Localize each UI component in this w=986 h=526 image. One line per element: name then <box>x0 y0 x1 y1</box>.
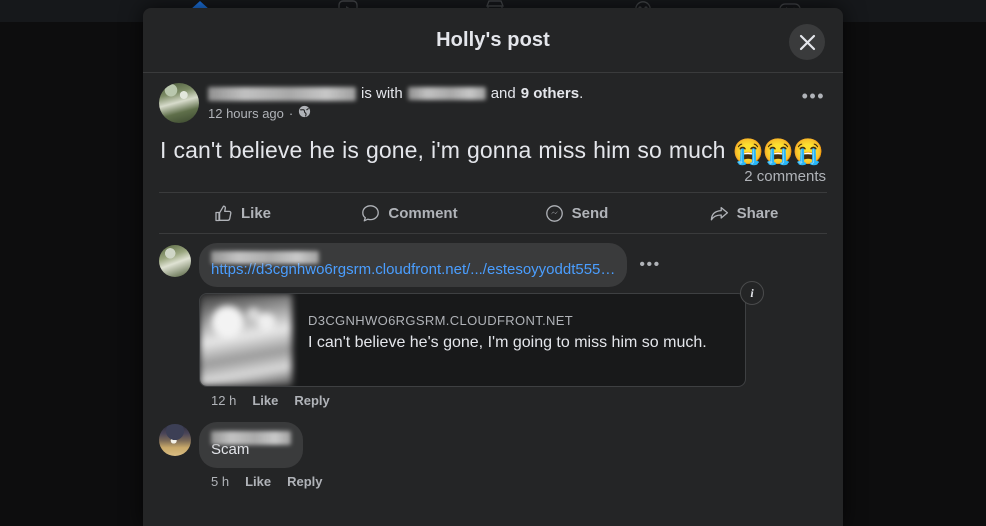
comment-item: Scam 5 h Like Reply <box>159 422 827 489</box>
avatar[interactable] <box>159 245 191 277</box>
is-with-label: is with <box>361 85 403 102</box>
comments-count[interactable]: 2 comments <box>159 167 827 185</box>
globe-icon <box>298 105 311 121</box>
comment-meta: 12 h Like Reply <box>199 387 746 408</box>
post-action-bar: Like Comment Send Share <box>159 192 827 234</box>
post-emojis: 😭😭😭 <box>732 138 824 166</box>
avatar[interactable] <box>159 424 191 456</box>
post-modal: Holly's post is with and 9 others. 12 ho… <box>143 8 843 526</box>
thumbs-up-icon <box>214 204 233 223</box>
post-text: I can't believe he is gone, i'm gonna mi… <box>159 125 827 167</box>
comment-item: https://d3cgnhwo6rgsrm.cloudfront.net/..… <box>159 243 827 408</box>
comment-bubble-icon <box>361 204 380 223</box>
post-timestamp[interactable]: 12 hours ago <box>208 106 284 121</box>
comment-author-redacted <box>211 251 319 265</box>
meta-dot: · <box>288 105 294 121</box>
like-button[interactable]: Like <box>159 193 326 233</box>
close-icon[interactable] <box>789 24 825 60</box>
like-button-label: Like <box>240 204 271 222</box>
comment-timestamp[interactable]: 12 h <box>211 393 236 408</box>
share-button-label: Share <box>736 204 779 222</box>
tagged-person-redacted <box>407 87 486 100</box>
link-preview-card[interactable]: D3CGNHWO6RGSRM.CLOUDFRONT.NET I can't be… <box>199 293 746 387</box>
avatar[interactable] <box>159 83 199 123</box>
link-preview-thumbnail <box>200 294 292 386</box>
comment-button-label: Comment <box>388 204 458 222</box>
comment-button[interactable]: Comment <box>326 193 493 233</box>
post-author-line: is with and 9 others. <box>208 84 583 103</box>
comment-like-button[interactable]: Like <box>252 393 278 408</box>
others-suffix: . <box>579 85 584 102</box>
post-meta: 12 hours ago · <box>208 105 583 121</box>
post-text-body: I can't believe he is gone, i'm gonna mi… <box>160 137 726 163</box>
comment-bubble: Scam <box>199 422 303 468</box>
others-count[interactable]: 9 others <box>521 84 579 103</box>
post-options-menu[interactable]: ••• <box>802 87 825 105</box>
send-button[interactable]: Send <box>493 193 660 233</box>
comment-bubble: https://d3cgnhwo6rgsrm.cloudfront.net/..… <box>199 243 628 287</box>
comment-like-button[interactable]: Like <box>245 474 271 489</box>
post-header: is with and 9 others. 12 hours ago · ••• <box>159 73 827 125</box>
page-title: Holly's post <box>436 28 550 51</box>
modal-header: Holly's post <box>143 8 843 73</box>
and-label: and <box>490 85 516 102</box>
messenger-icon <box>545 204 564 223</box>
send-button-label: Send <box>571 204 609 222</box>
info-icon[interactable]: i <box>740 281 764 305</box>
share-arrow-icon <box>709 204 729 223</box>
post-author-name-redacted <box>208 86 356 101</box>
comment-options-menu[interactable]: ••• <box>639 257 660 273</box>
comment-meta: 5 h Like Reply <box>199 468 323 489</box>
comments-list: https://d3cgnhwo6rgsrm.cloudfront.net/..… <box>159 234 827 489</box>
comment-timestamp[interactable]: 5 h <box>211 474 229 489</box>
share-button[interactable]: Share <box>660 193 827 233</box>
modal-body: is with and 9 others. 12 hours ago · •••… <box>143 73 843 489</box>
comment-author-redacted <box>211 430 291 445</box>
link-preview-domain: D3CGNHWO6RGSRM.CLOUDFRONT.NET <box>308 313 574 328</box>
link-preview-title: I can't believe he's gone, I'm going to … <box>308 334 707 351</box>
comment-reply-button[interactable]: Reply <box>287 474 322 489</box>
comment-reply-button[interactable]: Reply <box>294 393 329 408</box>
